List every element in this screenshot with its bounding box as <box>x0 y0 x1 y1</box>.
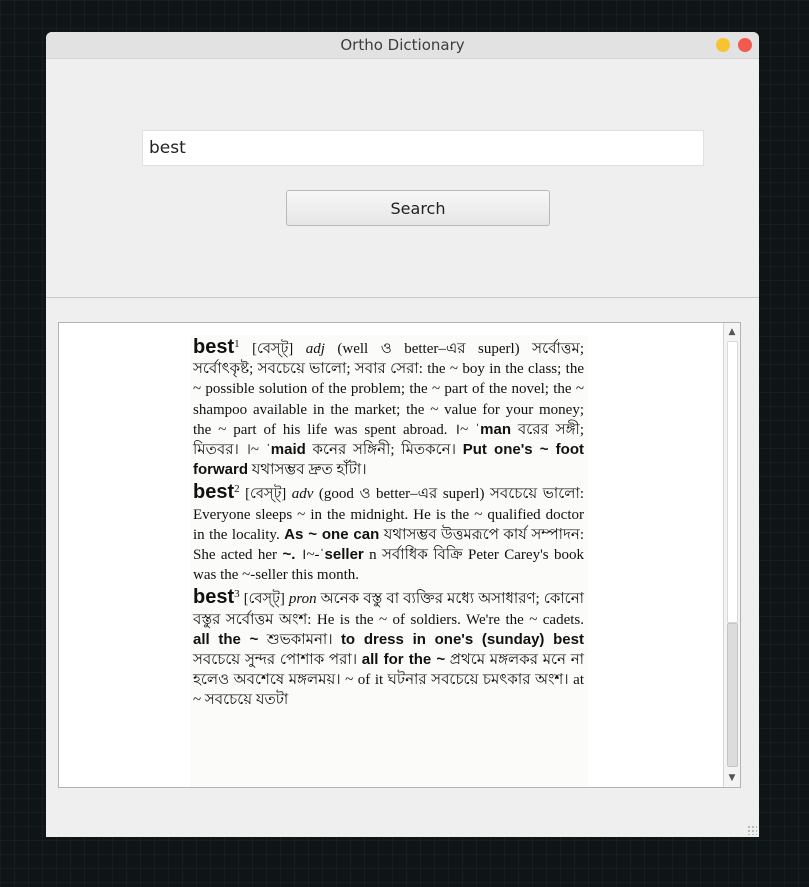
phrase: man <box>480 420 511 438</box>
part-of-speech: adj <box>305 341 325 357</box>
phrase: seller <box>324 546 364 564</box>
arrow-up-icon[interactable]: ▲ <box>724 325 740 339</box>
part-of-speech: pron <box>288 591 317 608</box>
window-title: Ortho Dictionary <box>340 36 465 54</box>
phrase: all the ~ <box>193 630 259 648</box>
scrollbar-track[interactable] <box>727 341 738 623</box>
headword: best <box>193 336 235 358</box>
homograph-number: 2 <box>234 483 240 496</box>
pronunciation: [বেস্‌ট্‌] <box>243 591 285 608</box>
pronunciation: [বেস্‌ট্‌] <box>245 486 287 503</box>
result-pane[interactable]: best1 [বেস্‌ট্‌] adj (well ও better–এর s… <box>58 322 741 788</box>
definition: যথাসম্ভব দ্রুত হাঁটা। <box>248 462 367 479</box>
search-button[interactable]: Search <box>286 190 550 226</box>
headword: best <box>193 481 235 504</box>
homograph-number: 3 <box>234 588 240 601</box>
headword: best <box>193 586 235 609</box>
app-window: Ortho Dictionary Search best1 [বেস্‌ট্‌]… <box>46 32 759 837</box>
vertical-scrollbar[interactable]: ▲ ▼ <box>723 323 740 787</box>
phrase: all for the ~ <box>361 651 446 669</box>
title-bar[interactable]: Ortho Dictionary <box>46 32 759 59</box>
phrase: to dress in one's (sunday) best <box>340 630 584 648</box>
arrow-down-icon[interactable]: ▼ <box>724 771 740 785</box>
definition: শুভকামনা। <box>258 631 341 648</box>
phrase: maid <box>270 441 306 459</box>
minimize-button[interactable] <box>716 38 730 52</box>
homograph-number: 1 <box>234 338 240 350</box>
dictionary-entry-image: best1 [বেস্‌ট্‌] adj (well ও better–এর s… <box>190 335 588 787</box>
splitter-divider[interactable] <box>46 297 759 298</box>
phrase: ~. <box>282 546 296 564</box>
definition: ।~-ˈ <box>295 547 325 564</box>
entry-3: best3 [বেস্‌ট্‌] pron অনেক বস্তু বা ব্যক… <box>190 585 588 710</box>
entry-2: best2 [বেস্‌ট্‌] adv (good ও better–এর s… <box>190 480 588 585</box>
close-button[interactable] <box>738 38 752 52</box>
scrollbar-thumb[interactable] <box>727 623 738 767</box>
part-of-speech: adv <box>291 486 314 503</box>
entry-1: best1 [বেস্‌ট্‌] adj (well ও better–এর s… <box>190 335 588 480</box>
definition: কনের সঙ্গিনী; মিতকনে। <box>305 442 463 459</box>
search-input[interactable] <box>142 130 704 166</box>
phrase: As ~ one can <box>284 525 380 543</box>
definition: সবচেয়ে সুন্দর পোশাক পরা। <box>193 652 362 669</box>
pronunciation: [বেস্‌ট্‌] <box>252 341 294 357</box>
resize-grip-icon[interactable] <box>747 825 757 835</box>
